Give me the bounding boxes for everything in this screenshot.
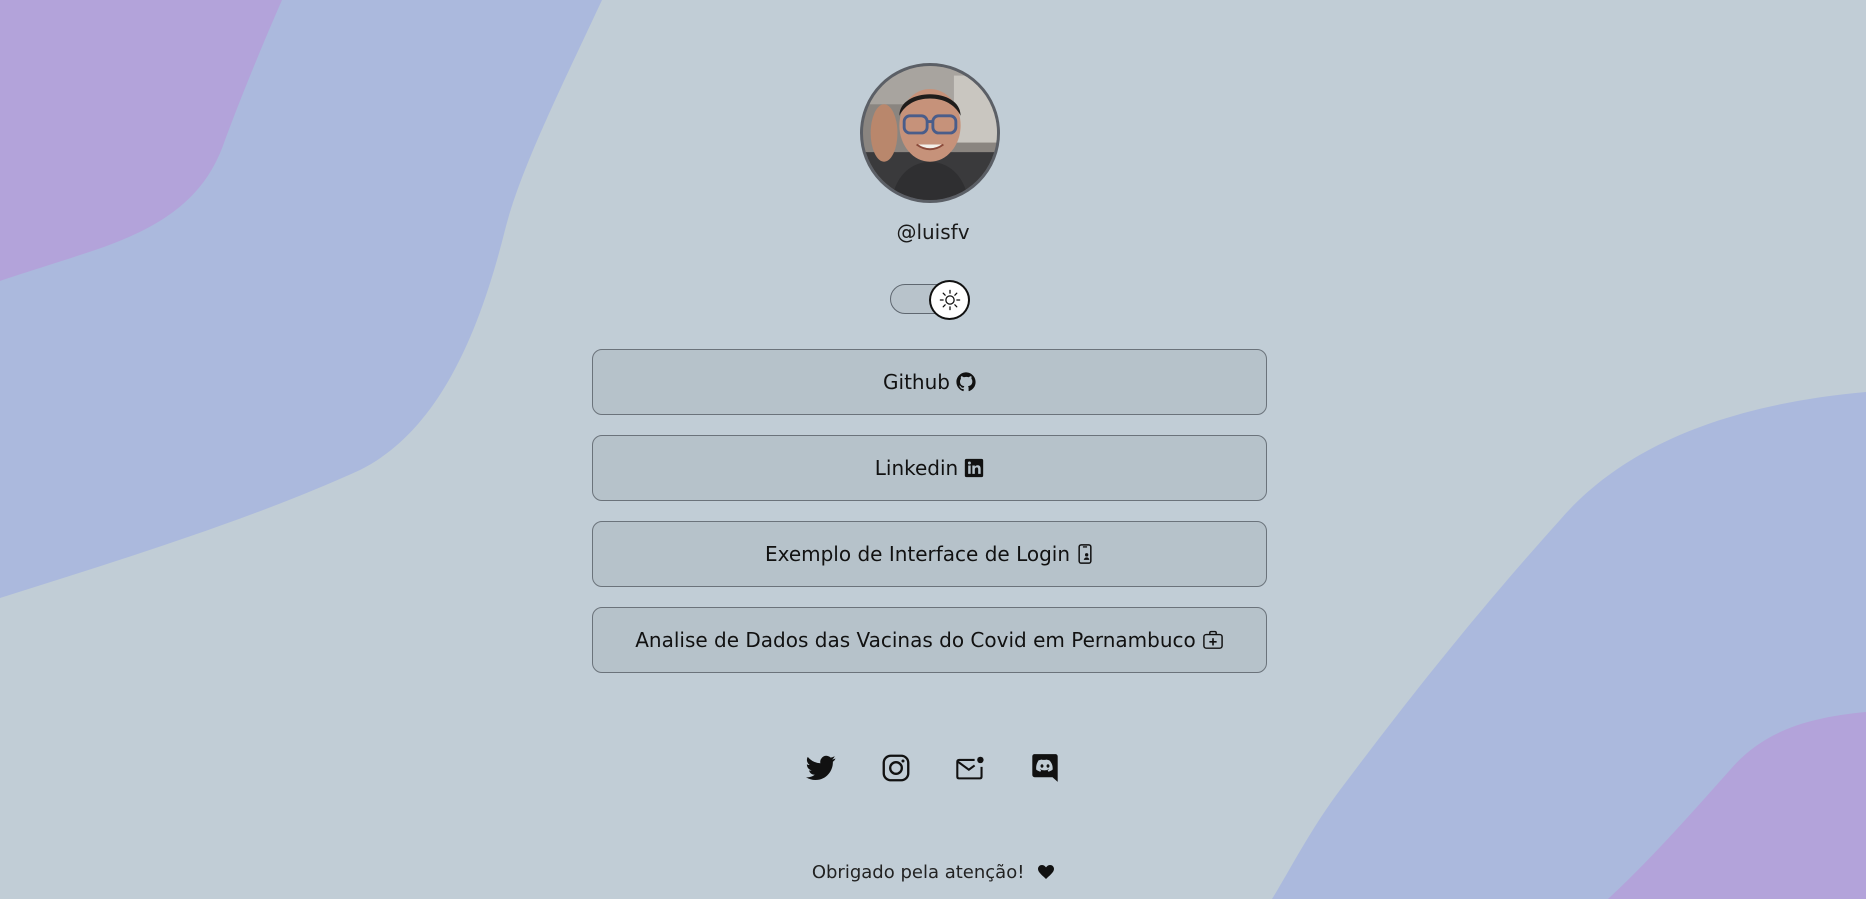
github-link-button[interactable]: Github <box>592 349 1267 415</box>
instagram-icon <box>882 754 910 782</box>
covid-vaccine-analysis-link-button[interactable]: Analise de Dados das Vacinas do Covid em… <box>592 607 1267 673</box>
phone-icon <box>1076 544 1094 564</box>
covid-vaccine-analysis-link-label: Analise de Dados das Vacinas do Covid em… <box>635 628 1196 652</box>
twitter-icon <box>806 755 836 780</box>
theme-toggle[interactable] <box>890 280 970 320</box>
discord-link[interactable] <box>1029 752 1061 784</box>
login-interface-link-button[interactable]: Exemplo de Interface de Login <box>592 521 1267 587</box>
email-link[interactable] <box>954 752 986 784</box>
footer: Obrigado pela atenção! <box>733 862 1133 884</box>
linkedin-link-button[interactable]: Linkedin <box>592 435 1267 501</box>
github-icon <box>956 372 976 392</box>
avatar <box>860 63 1000 203</box>
profile-photo-icon <box>863 66 997 200</box>
heart-icon <box>1038 863 1055 884</box>
login-interface-link-label: Exemplo de Interface de Login <box>764 542 1071 566</box>
footer-text: Obrigado pela atenção! <box>811 862 1025 883</box>
medical-case-icon <box>1202 630 1224 650</box>
twitter-link[interactable] <box>805 752 837 784</box>
linkedin-link-label: Linkedin <box>874 456 959 480</box>
username: @luisfv <box>896 220 970 244</box>
instagram-link[interactable] <box>880 752 912 784</box>
mail-icon <box>956 756 984 780</box>
toggle-knob[interactable] <box>929 280 970 320</box>
social-links <box>805 752 1061 784</box>
github-link-label: Github <box>883 370 950 394</box>
sun-icon <box>939 289 960 311</box>
link-list: Github Linkedin Exemplo de Interface de … <box>592 349 1267 693</box>
link-tree: @luisfv Github Linkedin Exemplo de Inter… <box>0 0 1866 899</box>
linkedin-icon <box>964 458 984 478</box>
discord-icon <box>1032 754 1058 782</box>
